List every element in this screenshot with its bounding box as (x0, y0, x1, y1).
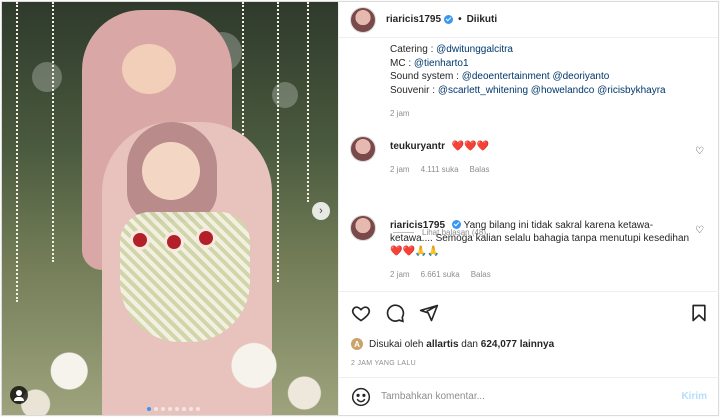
verified-badge-icon (444, 15, 454, 24)
comment-meta: 2 jam 6.661 suka Balas (390, 268, 690, 281)
comment-username[interactable]: riaricis1795 (390, 220, 445, 231)
comment-input[interactable] (381, 391, 682, 402)
liker-avatar[interactable]: A (351, 338, 363, 350)
mention-link[interactable]: @tienharto1 (414, 58, 469, 69)
post-photo[interactable]: › (2, 2, 338, 415)
liked-by-middle: dan (461, 338, 478, 350)
chevron-right-icon[interactable]: › (312, 202, 330, 220)
carousel-dot (147, 407, 151, 411)
comment-username[interactable]: teukuryantr (390, 141, 445, 152)
caption: Catering : @dwitunggalcitra MC : @tienha… (339, 39, 719, 97)
lily-bouquet (2, 305, 338, 415)
comment-likes[interactable]: 4.111 suka (421, 163, 459, 176)
comment-body: teukuryantr ❤️❤️❤️ 2 jam 4.111 suka Bala… (390, 140, 690, 176)
post-comment-button[interactable]: Kirim (681, 391, 707, 402)
caption-time[interactable]: 2 jam (339, 109, 719, 118)
verified-badge-icon (452, 220, 462, 229)
reply-button[interactable]: Balas (470, 163, 490, 176)
caption-label: Sound system : (390, 71, 462, 82)
heart-icon[interactable]: ♡ (695, 225, 704, 236)
carousel-dot (196, 407, 200, 411)
bookmark-icon[interactable] (689, 303, 709, 323)
carousel-dot (168, 407, 172, 411)
comment-text: ❤️❤️❤️ (451, 141, 490, 152)
flower-strand (277, 2, 283, 282)
mention-link[interactable]: @deoriyanto (552, 71, 609, 82)
caption-line: Sound system : @deoentertainment @deoriy… (390, 70, 719, 84)
author-username[interactable]: riaricis1795 (386, 14, 441, 25)
action-icons (351, 302, 709, 324)
face (122, 44, 176, 94)
action-bar: A Disukai oleh allartis dan 624,077 lain… (339, 291, 719, 377)
heart-icon[interactable]: ♡ (695, 146, 704, 157)
caption-line: Souvenir : @scarlett_whitening @howeland… (390, 84, 719, 98)
flower-strand (52, 2, 58, 262)
carousel-dot (189, 407, 193, 411)
mention-link[interactable]: @scarlett_whitening (438, 85, 528, 96)
mention-link[interactable]: @dwitunggalcitra (436, 44, 513, 55)
avatar[interactable] (350, 136, 376, 162)
liked-by: A Disukai oleh allartis dan 624,077 lain… (351, 338, 554, 350)
avatar[interactable] (350, 215, 376, 241)
flower-strand (16, 2, 22, 302)
carousel-dot (154, 407, 158, 411)
comment-body: riaricis1795 Yang bilang ini tidak sakra… (390, 219, 690, 281)
caption-line: Catering : @dwitunggalcitra (390, 43, 719, 57)
post-sidebar: riaricis1795 • Diikuti Catering : @dwitu… (338, 2, 719, 415)
rose (130, 230, 150, 250)
follow-status-button[interactable]: Diikuti (467, 14, 498, 25)
liked-by-prefix: Disukai oleh (369, 338, 424, 350)
mention-link[interactable]: @ricisbykhayra (597, 85, 666, 96)
post-timestamp[interactable]: 2 JAM YANG LALU (351, 360, 416, 367)
rose (164, 232, 184, 252)
emoji-icon[interactable] (351, 387, 371, 407)
instagram-post: › riaricis1795 • Diikuti Catering : @dwi… (1, 1, 719, 416)
reply-button[interactable]: Balas (471, 268, 491, 281)
carousel-indicator (147, 407, 200, 411)
comment-time[interactable]: 2 jam (390, 268, 410, 281)
bokeh-light (272, 82, 298, 108)
liked-by-count[interactable]: 624,077 lainnya (481, 339, 554, 350)
separator: • (458, 14, 462, 25)
caption-label: MC : (390, 57, 414, 69)
carousel-dot (182, 407, 186, 411)
caption-label: Souvenir : (390, 84, 438, 96)
rose (196, 228, 216, 248)
heart-icon[interactable] (351, 303, 371, 323)
caption-label: Catering : (390, 44, 437, 55)
flower-strand (307, 2, 313, 202)
comment-likes[interactable]: 6.661 suka (421, 268, 460, 281)
comment-icon[interactable] (385, 303, 405, 323)
share-icon[interactable] (419, 303, 439, 323)
mention-link[interactable]: @deoentertainment (462, 71, 550, 82)
liked-by-user[interactable]: allartis (426, 339, 458, 350)
caption-line: MC : @tienharto1 (390, 57, 719, 71)
face (142, 142, 200, 200)
post-header: riaricis1795 • Diikuti (339, 2, 718, 38)
user-tag-icon[interactable] (10, 386, 28, 404)
carousel-dot (161, 407, 165, 411)
avatar[interactable] (350, 6, 376, 33)
comments-scroll[interactable]: Catering : @dwitunggalcitra MC : @tienha… (339, 39, 719, 291)
comment-emoji: ❤️❤️🙏🙏 (390, 246, 440, 257)
add-comment-bar: Kirim (339, 377, 719, 415)
comment-time[interactable]: 2 jam (390, 163, 410, 176)
mention-link[interactable]: @howelandco (531, 85, 595, 96)
comment-meta: 2 jam 4.111 suka Balas (390, 163, 690, 176)
carousel-dot (175, 407, 179, 411)
